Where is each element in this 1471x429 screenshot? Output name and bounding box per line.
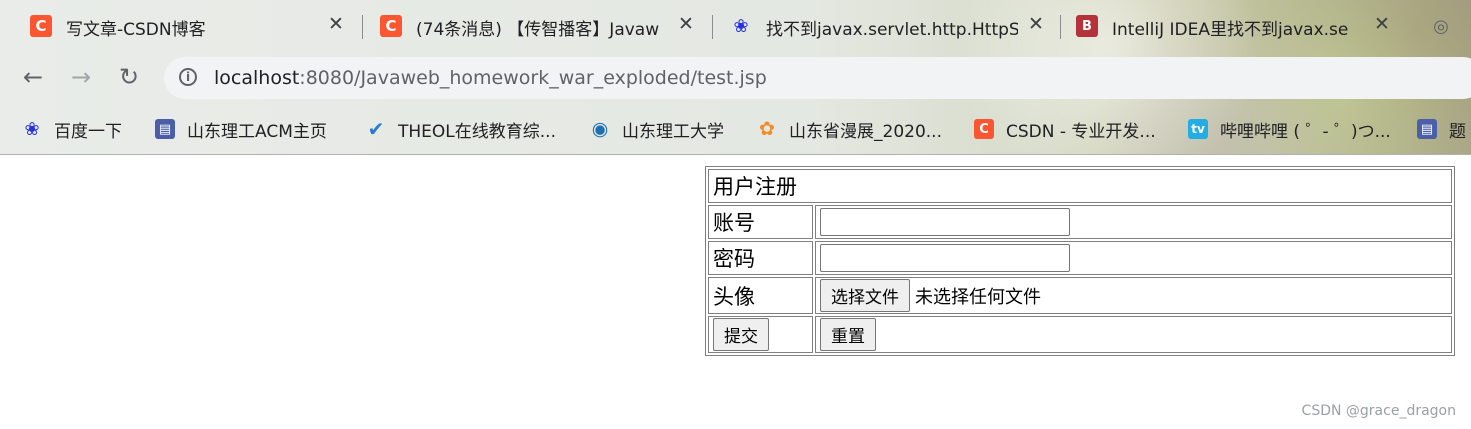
reset-button[interactable]: 重置 [820,318,876,351]
csdn-icon: C [30,15,52,37]
address-bar[interactable]: i localhost:8080/Javaweb_homework_war_ex… [164,57,1471,99]
tab-title: IntelliJ IDEA里找不到javax.se [1112,20,1349,40]
bookmark-label: THEOL在线教育综... [398,121,556,142]
form-title: 用户注册 [708,169,1452,203]
generic-icon: ◎ [1433,15,1449,37]
bookmark-csdn[interactable]: C CSDN - 专业开发... [974,116,1156,142]
password-cell [815,241,1452,275]
forward-icon[interactable]: → [66,62,96,92]
toolbar: ← → ↻ i localhost:8080/Javaweb_homework_… [0,52,1471,104]
csdn-icon: C [380,15,402,37]
url-text: localhost:8080/Javaweb_homework_war_expl… [214,67,767,89]
close-icon[interactable]: ✕ [678,13,694,35]
close-icon[interactable]: ✕ [1028,13,1044,35]
acm-icon: ▤ [155,119,175,139]
tab-title: (74条消息) 【传智播客】Javaw [416,20,660,40]
tab-csdn-write[interactable]: C 写文章-CSDN博客 ✕ [0,8,362,44]
account-input[interactable] [820,208,1070,236]
bookmark-sdut[interactable]: ◉ 山东理工大学 [590,116,724,142]
account-cell [815,205,1452,239]
bookmark-baidu[interactable]: ❀ 百度一下 [22,116,122,142]
bookmark-acm[interactable]: ▤ 山东理工ACM主页 [155,116,327,142]
register-table: 用户注册 账号 密码 头像 选择文件 未选择任何文件 提交 重置 [705,166,1455,356]
account-label: 账号 [708,205,813,239]
choose-file-button[interactable]: 选择文件 [820,279,910,312]
theol-icon: ✔ [367,117,385,141]
close-icon[interactable]: ✕ [328,13,344,35]
baidu-paw-icon: ❀ [733,15,749,37]
file-status: 未选择任何文件 [915,287,1041,308]
bookmark-bilibili[interactable]: tv 哔哩哔哩 ( ゜- ゜)つ... [1188,116,1391,142]
folder-icon: ▤ [1417,119,1437,139]
tab-intellij[interactable]: B IntelliJ IDEA里找不到javax.se ✕ [1046,8,1408,44]
watermark: CSDN @grace_dragon [1301,403,1456,419]
bookmark-label: 题 [1449,121,1466,142]
tab-baidu-search[interactable]: ❀ 找不到javax.servlet.http.HttpS ✕ [700,8,1062,44]
avatar-label: 头像 [708,277,813,314]
submit-cell: 提交 [708,316,813,353]
bookmark-label: 山东理工大学 [622,121,724,142]
jetbrains-icon: B [1076,15,1098,37]
submit-button[interactable]: 提交 [713,318,769,351]
avatar-cell: 选择文件 未选择任何文件 [815,277,1452,314]
tab-title: 找不到javax.servlet.http.HttpS [766,20,1018,40]
password-input[interactable] [820,244,1070,272]
bookmarks-bar: ❀ 百度一下 ▤ 山东理工ACM主页 ✔ THEOL在线教育综... ◉ 山东理… [0,106,1471,150]
bilibili-icon: tv [1188,119,1208,139]
reset-cell: 重置 [815,316,1452,353]
reload-icon[interactable]: ↻ [114,62,144,92]
password-label: 密码 [708,241,813,275]
bookmark-anime-expo[interactable]: ✿ 山东省漫展_2020... [757,116,942,142]
bookmark-partial[interactable]: ▤ 题 [1417,116,1466,142]
sdut-icon: ◉ [591,118,609,140]
bookmark-label: 百度一下 [54,121,122,142]
bookmark-label: 哔哩哔哩 ( ゜- ゜)つ... [1220,121,1391,142]
bookmark-label: 山东省漫展_2020... [789,121,942,142]
browser-chrome: C 写文章-CSDN博客 ✕ C (74条消息) 【传智播客】Javaw ✕ ❀… [0,0,1471,155]
url-host: localhost [214,67,300,89]
bookmark-theol[interactable]: ✔ THEOL在线教育综... [366,116,556,142]
anime-expo-icon: ✿ [759,118,775,140]
page-content: 用户注册 账号 密码 头像 选择文件 未选择任何文件 提交 重置 CSDN @g… [0,155,1471,429]
tab-partial[interactable]: ◎ [1400,8,1471,44]
tab-title: 写文章-CSDN博客 [66,20,206,40]
back-icon[interactable]: ← [18,62,48,92]
bookmark-label: 山东理工ACM主页 [187,121,327,142]
tab-bar: C 写文章-CSDN博客 ✕ C (74条消息) 【传智播客】Javaw ✕ ❀… [0,0,1471,52]
info-icon[interactable]: i [179,68,197,86]
csdn-icon: C [974,119,994,139]
tab-csdn-messages[interactable]: C (74条消息) 【传智播客】Javaw ✕ [350,8,712,44]
url-path: :8080/Javaweb_homework_war_exploded/test… [299,67,767,89]
baidu-paw-icon: ❀ [24,118,40,140]
bookmark-label: CSDN - 专业开发... [1006,121,1156,142]
close-icon[interactable]: ✕ [1374,13,1390,35]
